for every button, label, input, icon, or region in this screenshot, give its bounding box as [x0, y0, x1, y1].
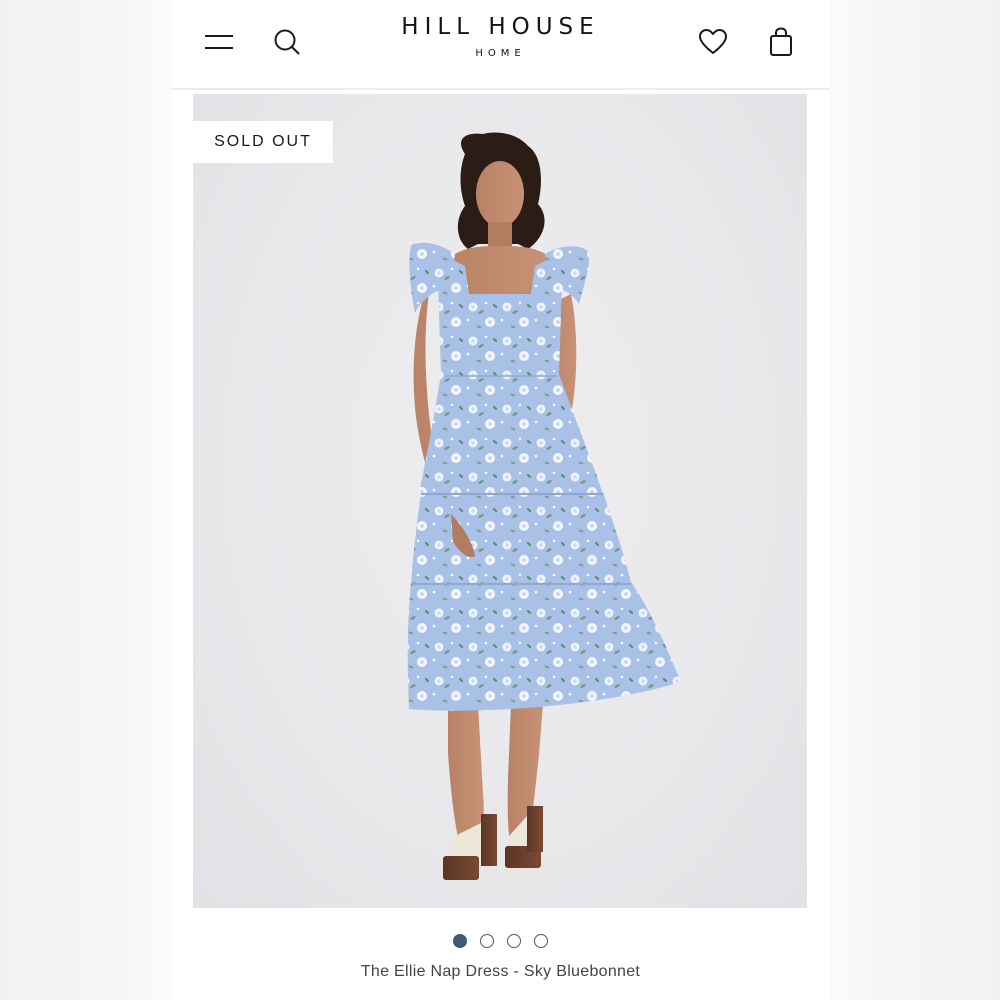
mobile-page: HILL HOUSE HOME SOLD OUT The Ellie Nap D…: [171, 0, 830, 1000]
product-image[interactable]: SOLD OUT: [193, 94, 807, 908]
gallery-dot-3[interactable]: [507, 934, 521, 948]
heart-icon: [699, 29, 727, 54]
gallery-dot-1[interactable]: [453, 934, 467, 948]
header-divider: [171, 92, 830, 93]
model-illustration: [407, 132, 681, 880]
gallery-dot-2[interactable]: [480, 934, 494, 948]
site-header: HILL HOUSE HOME: [171, 0, 830, 90]
sold-out-badge: SOLD OUT: [193, 121, 333, 163]
gallery-pagination: [171, 934, 830, 950]
product-title[interactable]: The Ellie Nap Dress - Sky Bluebonnet: [171, 963, 830, 981]
bag-icon: [770, 27, 792, 56]
bag-button[interactable]: [761, 22, 801, 62]
wishlist-button[interactable]: [693, 22, 733, 62]
gallery-dot-4[interactable]: [534, 934, 548, 948]
